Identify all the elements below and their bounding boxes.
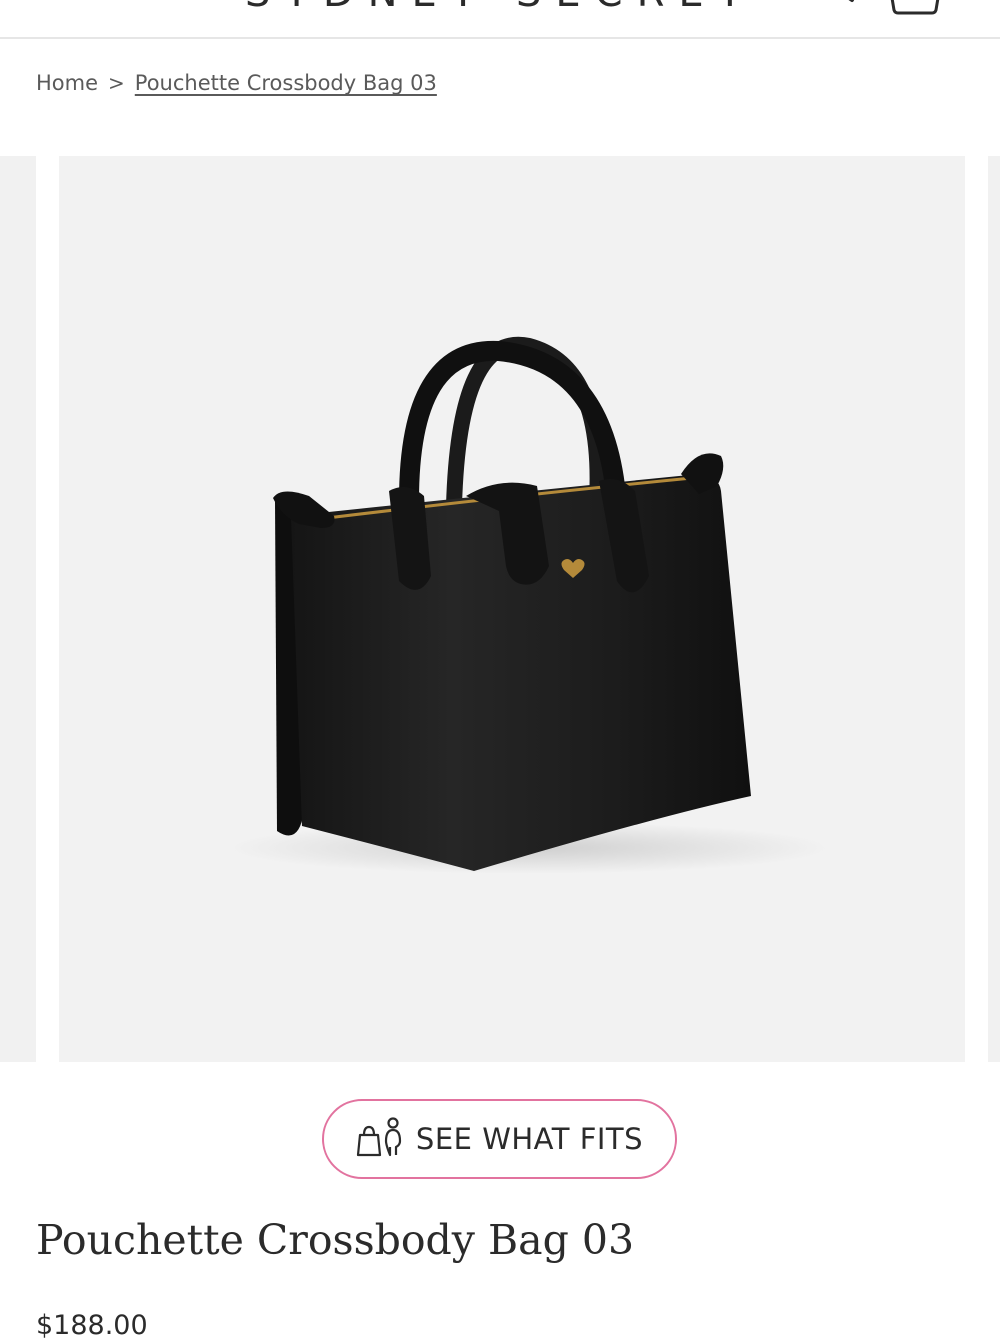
carousel-next-slide[interactable] xyxy=(988,156,1000,1062)
hamburger-menu-icon[interactable] xyxy=(36,0,92,4)
bag-and-person-icon xyxy=(356,1117,406,1161)
see-what-fits-button[interactable]: SEE WHAT FITS xyxy=(322,1099,677,1179)
site-header: SYDNEY SECRETS xyxy=(0,0,1000,39)
product-image[interactable] xyxy=(59,156,965,1062)
breadcrumb-home-link[interactable]: Home xyxy=(36,71,98,95)
breadcrumb-current-link[interactable]: Pouchette Crossbody Bag 03 xyxy=(135,71,437,95)
breadcrumb: Home > Pouchette Crossbody Bag 03 xyxy=(36,68,437,98)
shopping-bag-icon[interactable] xyxy=(884,0,946,16)
see-what-fits-label: SEE WHAT FITS xyxy=(415,1122,644,1156)
black-handbag-illustration xyxy=(229,336,829,874)
search-icon[interactable] xyxy=(820,0,860,16)
breadcrumb-separator: > xyxy=(108,71,125,95)
product-title: Pouchette Crossbody Bag 03 xyxy=(36,1216,635,1264)
carousel-previous-slide[interactable] xyxy=(0,156,36,1062)
site-logo[interactable]: SYDNEY SECRETS xyxy=(245,0,755,10)
product-price: $188.00 xyxy=(36,1310,148,1341)
product-image-carousel[interactable] xyxy=(0,156,1000,1062)
